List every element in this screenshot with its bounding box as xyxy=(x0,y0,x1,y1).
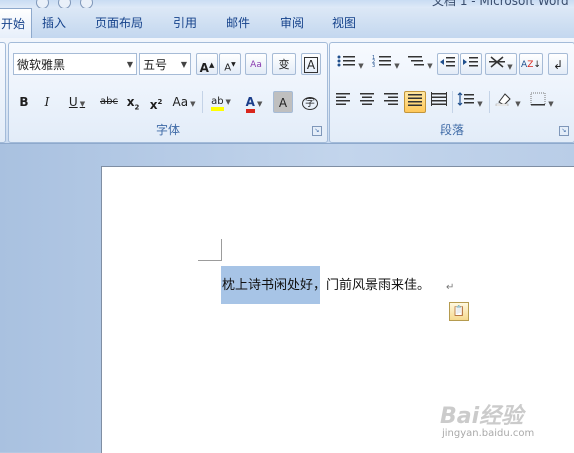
shrink-font-button[interactable]: A▼ xyxy=(219,53,241,75)
chinese-layout-icon[interactable]: ▼ xyxy=(485,53,517,75)
multilevel-list-icon[interactable]: ▼ xyxy=(405,53,435,75)
font-name-combo[interactable]: 微软雅黑 ▼ xyxy=(13,53,137,75)
selected-text[interactable]: 枕上诗书闲处好 xyxy=(222,278,313,293)
line-spacing-icon[interactable]: ▼ xyxy=(455,91,485,113)
clipboard-group xyxy=(0,42,6,143)
change-case-button[interactable]: Aa ▼ xyxy=(169,91,199,113)
phonetic-guide-button[interactable]: 变 xyxy=(272,53,296,75)
increase-indent-icon[interactable] xyxy=(460,53,482,75)
align-center-icon[interactable] xyxy=(357,91,377,113)
margin-corner-mark xyxy=(198,260,221,261)
highlight-button[interactable]: ab ▼ xyxy=(205,91,237,113)
grow-font-button[interactable]: A▲ xyxy=(196,53,218,75)
paragraph-group-label: 段落 xyxy=(439,123,464,137)
align-left-icon[interactable] xyxy=(333,91,353,113)
font-color-button[interactable]: A ▼ xyxy=(239,91,269,113)
body-text[interactable]: ，门前风景雨来佳。 xyxy=(313,278,430,293)
strikethrough-button[interactable]: abc xyxy=(97,91,121,113)
underline-button[interactable]: U ▼ xyxy=(63,91,91,113)
tab-review[interactable]: 审阅 xyxy=(280,8,304,38)
separator xyxy=(452,91,453,113)
dialog-launcher-icon[interactable]: ↘ xyxy=(312,126,322,136)
char-border-button[interactable]: A xyxy=(301,53,321,75)
paragraph-mark-icon[interactable]: ↲ xyxy=(548,53,568,75)
italic-button[interactable]: I xyxy=(38,91,56,113)
subscript-button[interactable]: x2 xyxy=(123,91,143,113)
ribbon-tabs: 开始 插入 页面布局 引用 邮件 审阅 视图 xyxy=(0,8,574,40)
borders-icon[interactable]: ▼ xyxy=(527,91,557,113)
sort-icon[interactable]: AZ↓ xyxy=(519,53,543,75)
distributed-icon[interactable] xyxy=(429,91,449,113)
align-right-icon[interactable] xyxy=(381,91,401,113)
watermark-logo: Bai经验 xyxy=(440,404,524,429)
decrease-indent-icon[interactable] xyxy=(437,53,459,75)
tab-references[interactable]: 引用 xyxy=(173,8,197,38)
clipboard-icon[interactable]: 📋 xyxy=(449,302,469,321)
font-group: 微软雅黑 ▼ 五号 ▼ A▲ A▼ Aa 变 A B I U ▼ abc x2 x2 … xyxy=(8,42,328,143)
numbered-list-icon[interactable]: 1 2 3 ▼ xyxy=(369,53,403,75)
superscript-button[interactable]: x2 xyxy=(146,91,166,113)
font-group-label: 字体 xyxy=(155,123,180,137)
ribbon: 微软雅黑 ▼ 五号 ▼ A▲ A▼ Aa 变 A B I U ▼ abc x2 x2 … xyxy=(0,38,574,144)
separator xyxy=(489,91,490,113)
clear-format-button[interactable]: Aa xyxy=(245,53,267,75)
document-text-line[interactable]: 枕上诗书闲处好，门前风景雨来佳。 xyxy=(222,276,430,296)
dialog-launcher-icon[interactable]: ↘ xyxy=(559,126,569,136)
watermark-url: jingyan.baidu.com xyxy=(442,428,535,439)
justify-icon[interactable] xyxy=(404,91,426,113)
tab-insert[interactable]: 插入 xyxy=(42,8,66,38)
enclose-char-button[interactable]: 字 xyxy=(299,91,321,113)
shading-icon[interactable]: ▼ xyxy=(492,91,524,113)
font-size-combo[interactable]: 五号 ▼ xyxy=(139,53,191,75)
bold-button[interactable]: B xyxy=(15,91,33,113)
title-bar: 文档 1 - Microsoft Word xyxy=(0,0,574,9)
char-shading-button[interactable]: A xyxy=(273,91,293,113)
tab-mailings[interactable]: 邮件 xyxy=(226,8,250,38)
margin-corner-mark xyxy=(221,239,222,261)
svg-text:3: 3 xyxy=(372,63,375,68)
bullet-list-icon[interactable]: ▼ xyxy=(333,53,367,75)
tab-view[interactable]: 视图 xyxy=(332,8,356,38)
tab-page-layout[interactable]: 页面布局 xyxy=(95,8,143,38)
separator xyxy=(202,91,203,113)
paragraph-mark: ↵ xyxy=(446,282,455,293)
paragraph-group: ▼ 1 2 3 ▼ ▼ ▼ AZ↓ ↲ ▼ ▼ ▼ 段落 ↘ xyxy=(329,42,574,143)
tab-home[interactable]: 开始 xyxy=(0,8,33,40)
